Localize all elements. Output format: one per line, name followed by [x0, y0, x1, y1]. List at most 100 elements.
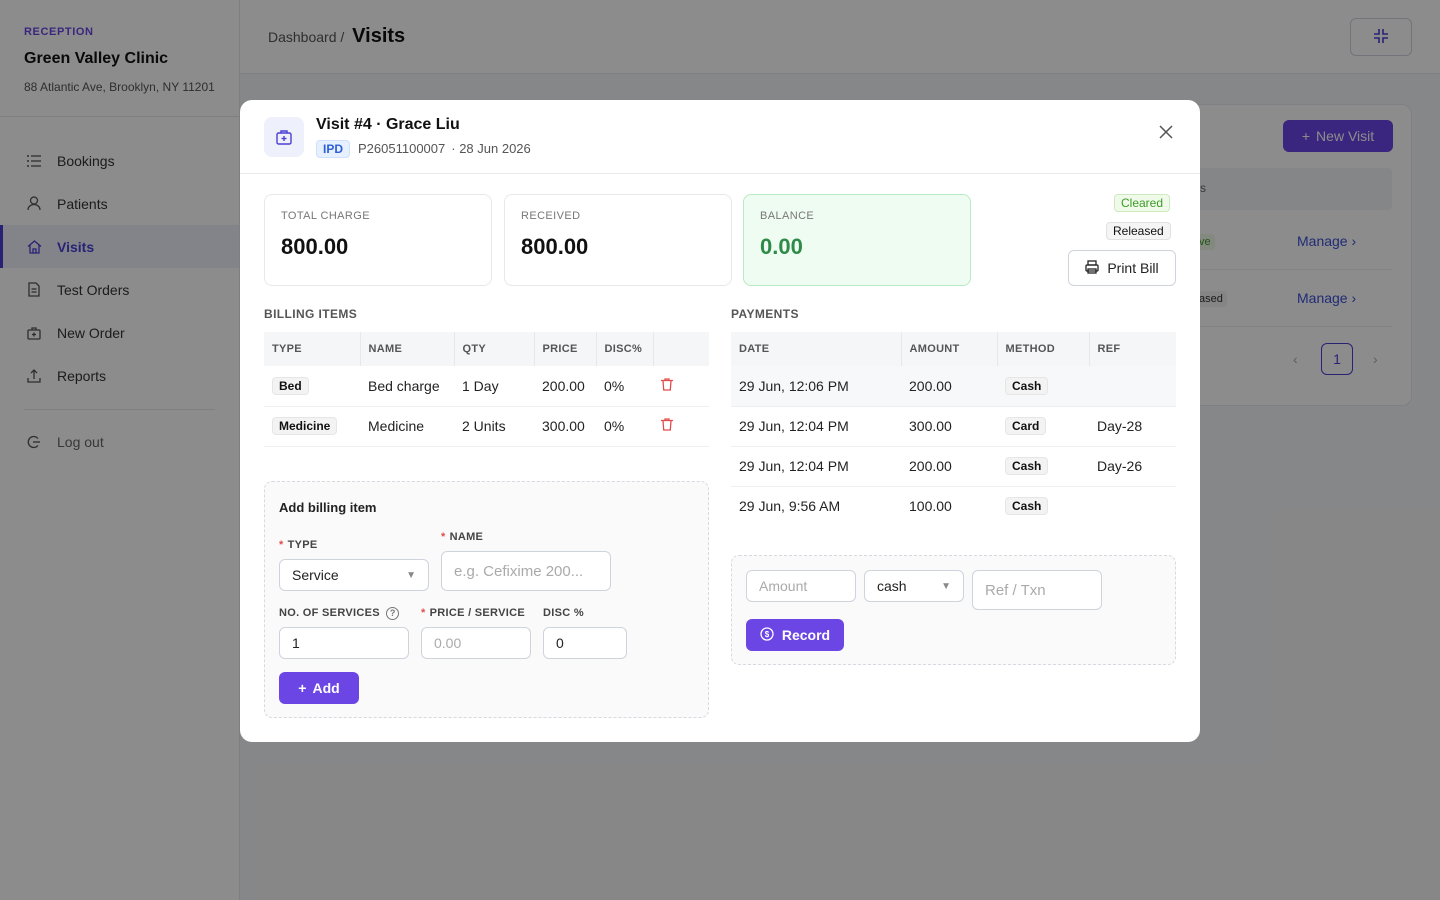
column-header: QTY: [453, 332, 534, 366]
payments-table: DATE AMOUNT METHOD REF 29 Jun, 12:06 PM …: [731, 332, 1176, 526]
column-header: REF: [1088, 332, 1176, 366]
payment-method-badge: Cash: [1005, 497, 1049, 516]
item-disc: 0%: [596, 406, 653, 447]
visit-title: Visit #4 · Grace Liu: [316, 115, 460, 133]
payment-amount: 200.00: [901, 366, 997, 407]
billing-table: TYPE NAME QTY PRICE DISC% Bed Bed charge…: [264, 332, 709, 447]
type-label-text: TYPE: [287, 539, 318, 551]
payment-date: 29 Jun, 9:56 AM: [739, 498, 841, 515]
amount-input[interactable]: Amount: [746, 570, 856, 602]
ref-input[interactable]: Ref / Txn: [972, 570, 1102, 610]
total-charge-card: TOTAL CHARGE 800.00: [264, 194, 492, 286]
item-name: Medicine: [360, 406, 454, 447]
column-header: DATE: [731, 332, 901, 366]
payment-ref: Day-28: [1089, 406, 1176, 447]
visit-heading: Visit #4 · Grace Liu IPD P26051100007 · …: [316, 116, 531, 158]
table-header-row: TYPE NAME QTY PRICE DISC%: [264, 332, 709, 366]
visit-modal: Visit #4 · Grace Liu IPD P26051100007 · …: [240, 100, 1200, 742]
price-label: * PRICE / SERVICE: [421, 607, 525, 619]
name-label: * NAME: [441, 531, 484, 543]
type-select-value: Service: [292, 567, 339, 583]
stat-label: TOTAL CHARGE: [281, 210, 370, 222]
stat-value: 800.00: [521, 234, 589, 259]
count-label-text: NO. OF SERVICES: [279, 607, 380, 619]
svg-text:$: $: [765, 630, 770, 639]
payment-method-value: cash: [877, 578, 907, 594]
payment-date: 29 Jun, 12:04 PM: [731, 446, 901, 487]
help-icon[interactable]: ?: [386, 607, 400, 620]
disc-label: DISC %: [543, 607, 584, 619]
modal-header: Visit #4 · Grace Liu IPD P26051100007 · …: [240, 100, 1200, 174]
column-header: AMOUNT: [900, 332, 997, 366]
item-price: 300.00: [534, 406, 596, 447]
table-row: Medicine Medicine 2 Units 300.00 0%: [264, 406, 709, 447]
type-label: * TYPE: [279, 539, 318, 551]
stat-label: BALANCE: [760, 210, 815, 222]
disc-input[interactable]: 0: [543, 627, 627, 659]
balance-card: BALANCE 0.00: [743, 194, 971, 286]
payment-method-badge: Cash: [1005, 376, 1049, 395]
printer-icon: [1085, 259, 1099, 277]
received-card: RECEIVED 800.00: [504, 194, 732, 286]
record-payment-button[interactable]: $ Record: [746, 619, 844, 651]
table-row: 29 Jun, 12:04 PM 200.00 Cash Day-26: [731, 446, 1176, 487]
trash-icon[interactable]: [661, 418, 673, 431]
column-header: [652, 332, 709, 366]
payment-ref: [1089, 486, 1176, 526]
close-icon: [1159, 122, 1173, 145]
print-bill-button[interactable]: Print Bill: [1068, 250, 1176, 286]
form-title: Add billing item: [279, 500, 377, 515]
visit-type-badge: IPD: [316, 139, 351, 158]
payment-date: 29 Jun, 12:04 PM: [731, 406, 901, 447]
patient-id: P26051100007: [358, 141, 446, 156]
price-label-text: PRICE / SERVICE: [429, 607, 525, 619]
stat-value: 800.00: [281, 234, 349, 259]
plus-icon: +: [298, 680, 307, 696]
column-header: PRICE: [533, 332, 596, 366]
column-header: DISC%: [595, 332, 653, 366]
item-type-badge: Medicine: [272, 417, 338, 435]
table-row: 29 Jun, 9:56 AM 100.00 Cash: [731, 486, 1176, 526]
medkit-icon: [264, 116, 304, 157]
payment-method-badge: Cash: [1005, 457, 1049, 475]
stat-value: 0.00: [760, 234, 803, 259]
table-header-row: DATE AMOUNT METHOD REF: [731, 332, 1176, 366]
record-label: Record: [781, 627, 831, 643]
payment-date: 29 Jun, 12:06 PM: [731, 366, 901, 407]
visit-date: · 28 Jun 2026: [451, 141, 531, 156]
dollar-icon: $: [760, 626, 774, 644]
count-input[interactable]: 1: [279, 627, 409, 659]
visit-status-badge: Released: [1106, 222, 1171, 240]
payment-method-select[interactable]: cash ▼: [864, 570, 964, 602]
count-label: NO. OF SERVICES ?: [279, 607, 400, 620]
table-row: Bed Bed charge 1 Day 200.00 0%: [264, 366, 709, 407]
payments-section-title: PAYMENTS: [731, 307, 799, 321]
add-item-label: Add: [312, 680, 340, 696]
payment-amount: 300.00: [901, 406, 997, 447]
visit-subtitle: IPD P26051100007 · 28 Jun 2026: [316, 139, 531, 158]
print-bill-label: Print Bill: [1107, 260, 1159, 276]
item-price: 200.00: [534, 366, 596, 407]
add-item-button[interactable]: + Add: [279, 672, 359, 704]
chevron-down-icon: ▼: [406, 569, 416, 581]
name-label-text: NAME: [449, 531, 484, 543]
column-header: TYPE: [264, 332, 360, 366]
chevron-down-icon: ▼: [941, 580, 951, 592]
add-billing-item-form: Add billing item * TYPE Service ▼ * NAME e…: [264, 481, 709, 718]
table-row: 29 Jun, 12:06 PM 200.00 Cash: [731, 366, 1176, 407]
payment-method-badge: Card: [1005, 417, 1047, 435]
price-input[interactable]: 0.00: [421, 627, 531, 659]
payment-ref: Day-26: [1089, 446, 1176, 487]
item-qty: 2 Units: [454, 406, 534, 447]
payment-amount: 100.00: [909, 498, 952, 515]
trash-icon[interactable]: [661, 378, 673, 391]
close-button[interactable]: [1150, 117, 1182, 149]
stat-label: RECEIVED: [521, 210, 581, 222]
name-input[interactable]: e.g. Cefixime 200...: [441, 551, 611, 591]
record-payment-form: Amount cash ▼ Ref / Txn $ Record: [731, 555, 1176, 665]
payment-amount: 200.00: [901, 446, 997, 487]
item-disc: 0%: [596, 366, 653, 407]
column-header: METHOD: [996, 332, 1089, 366]
billing-section-title: BILLING ITEMS: [264, 307, 358, 321]
type-select[interactable]: Service ▼: [279, 559, 429, 591]
